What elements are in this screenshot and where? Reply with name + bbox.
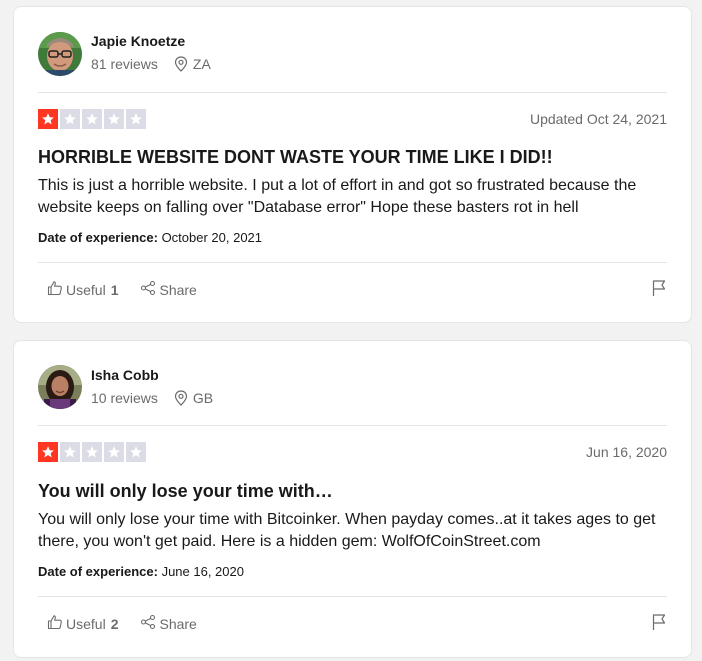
useful-label: Useful: [66, 281, 106, 298]
star-icon: [104, 109, 124, 129]
share-label: Share: [159, 281, 197, 298]
star-icon: [82, 442, 102, 462]
star-icon: [60, 109, 80, 129]
useful-label: Useful: [66, 615, 106, 632]
reviewer-name[interactable]: Isha Cobb: [91, 367, 159, 383]
star-icon: [82, 109, 102, 129]
share-button[interactable]: Share: [140, 614, 197, 633]
share-button[interactable]: Share: [140, 280, 197, 299]
reviewer-name[interactable]: Japie Knoetze: [91, 33, 185, 49]
review-actions: Useful 1 Share: [47, 280, 197, 299]
location-pin-icon: [174, 390, 188, 406]
review-body: You will only lose your time with Bitcoi…: [38, 511, 656, 550]
star-icon: [126, 442, 146, 462]
experience-label: Date of experience:: [38, 564, 158, 579]
date-of-experience: Date of experience: October 20, 2021: [38, 230, 262, 245]
thumbs-up-icon: [47, 280, 66, 299]
experience-date: October 20, 2021: [161, 230, 263, 245]
review-date: Updated Oct 24, 2021: [530, 111, 667, 127]
useful-count: 1: [110, 281, 119, 298]
review-card: Isha Cobb 10 reviews GB Jun 16, 2020 You…: [13, 340, 692, 658]
star-icon: [60, 442, 80, 462]
country-code: GB: [192, 390, 214, 406]
star-icon: [126, 109, 146, 129]
divider: [38, 92, 667, 93]
avatar[interactable]: [38, 365, 82, 409]
useful-button[interactable]: Useful 1: [47, 280, 118, 299]
share-icon: [140, 280, 159, 299]
star-rating: [38, 442, 146, 462]
review-card: Japie Knoetze 81 reviews ZA Updated Oct …: [13, 6, 692, 323]
useful-button[interactable]: Useful 2: [47, 614, 118, 633]
star-icon: [38, 109, 58, 129]
share-icon: [140, 614, 159, 633]
experience-label: Date of experience:: [38, 230, 158, 245]
reviewer-meta: 81 reviews ZA: [91, 56, 211, 72]
review-title[interactable]: HORRIBLE WEBSITE DONT WASTE YOUR TIME LI…: [38, 147, 667, 168]
review-title[interactable]: You will only lose your time with…: [38, 481, 667, 502]
star-icon: [104, 442, 124, 462]
useful-count: 2: [110, 615, 119, 632]
reviews-count: 10 reviews: [91, 390, 158, 406]
divider: [38, 262, 667, 263]
avatar[interactable]: [38, 32, 82, 76]
country-code: ZA: [192, 56, 211, 72]
review-date: Jun 16, 2020: [586, 444, 667, 460]
review-actions: Useful 2 Share: [47, 614, 197, 633]
review-body: This is just a horrible website. I put a…: [38, 177, 637, 216]
date-of-experience: Date of experience: June 16, 2020: [38, 564, 244, 579]
divider: [38, 596, 667, 597]
reviewer-meta: 10 reviews GB: [91, 390, 213, 406]
experience-date: June 16, 2020: [161, 564, 244, 579]
star-rating: [38, 109, 146, 129]
divider: [38, 425, 667, 426]
thumbs-up-icon: [47, 614, 66, 633]
share-label: Share: [159, 615, 197, 632]
flag-icon[interactable]: [651, 279, 667, 302]
location-pin-icon: [174, 56, 188, 72]
flag-icon[interactable]: [651, 613, 667, 636]
star-icon: [38, 442, 58, 462]
reviews-count: 81 reviews: [91, 56, 158, 72]
